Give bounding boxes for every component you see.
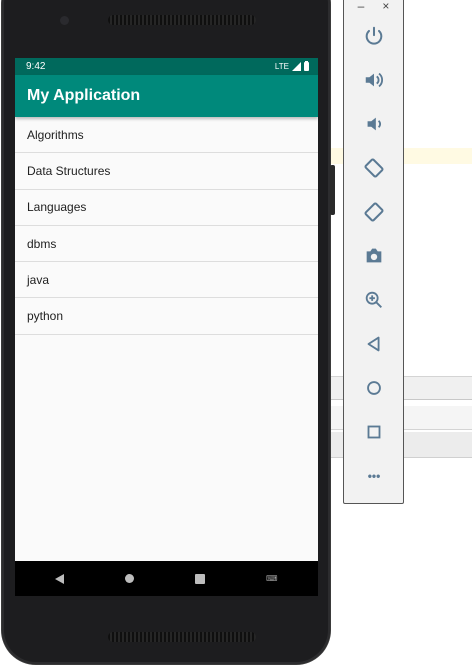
front-camera-icon <box>60 16 69 25</box>
camera-icon <box>366 248 382 263</box>
desktop: 9:42 LTE My Application Algorithms Data … <box>0 0 472 669</box>
home-button[interactable] <box>359 373 389 403</box>
rotate-right-button[interactable] <box>359 197 389 227</box>
power-button[interactable] <box>359 21 389 51</box>
screenshot-button[interactable] <box>359 241 389 271</box>
overview-icon <box>367 425 381 439</box>
home-icon <box>367 381 381 395</box>
rotate-right-icon <box>364 202 384 222</box>
top-speaker-grille <box>108 15 256 25</box>
rotate-left-button[interactable] <box>359 153 389 183</box>
bottom-speaker-grille <box>108 632 256 642</box>
volume-down-button[interactable] <box>359 109 389 139</box>
list-item[interactable]: java <box>15 262 318 299</box>
emulator-toolbar: – × ••• <box>343 0 404 504</box>
back-icon <box>367 336 380 352</box>
volume-up-button[interactable] <box>359 65 389 95</box>
status-time: 9:42 <box>26 61 46 72</box>
volume-up-icon <box>365 72 383 88</box>
battery-icon <box>304 61 309 71</box>
network-type: LTE <box>274 62 289 71</box>
list-view[interactable]: Algorithms Data Structures Languages dbm… <box>15 117 318 335</box>
list-item-label: Languages <box>27 200 87 215</box>
more-icon[interactable]: ••• <box>359 461 389 491</box>
status-bar: 9:42 LTE <box>15 58 318 75</box>
volume-down-icon <box>367 117 381 131</box>
signal-icon <box>292 62 301 71</box>
nav-back-icon[interactable] <box>55 573 65 584</box>
list-item[interactable]: Data Structures <box>15 153 318 190</box>
zoom-icon <box>365 291 382 308</box>
list-item[interactable]: dbms <box>15 226 318 263</box>
keyboard-icon[interactable]: ⌨ <box>266 574 278 583</box>
back-button[interactable] <box>359 329 389 359</box>
list-item[interactable]: Algorithms <box>15 117 318 154</box>
navigation-bar: ⌨ <box>15 561 318 596</box>
list-item-label: python <box>27 309 64 324</box>
minimize-button[interactable]: – <box>358 0 365 12</box>
app-title: My Application <box>27 87 141 104</box>
list-item-label: Data Structures <box>27 163 111 178</box>
overview-button[interactable] <box>359 417 389 447</box>
list-item[interactable]: python <box>15 298 318 335</box>
rotate-left-icon <box>364 158 384 178</box>
side-button[interactable] <box>330 165 335 215</box>
list-item-label: java <box>27 272 50 287</box>
power-icon <box>365 26 383 45</box>
list-item-label: Algorithms <box>27 127 84 142</box>
nav-overview-icon[interactable] <box>195 573 206 584</box>
list-item[interactable]: Languages <box>15 190 318 226</box>
close-button[interactable]: × <box>382 0 389 12</box>
app-bar: My Application <box>15 75 318 117</box>
nav-home-icon[interactable] <box>125 574 135 583</box>
list-item-label: dbms <box>27 236 57 251</box>
toolbar-window-controls: – × <box>344 0 403 13</box>
status-icons: LTE <box>274 61 309 71</box>
phone-screen[interactable]: 9:42 LTE My Application Algorithms Data … <box>15 58 318 596</box>
zoom-button[interactable] <box>359 285 389 315</box>
